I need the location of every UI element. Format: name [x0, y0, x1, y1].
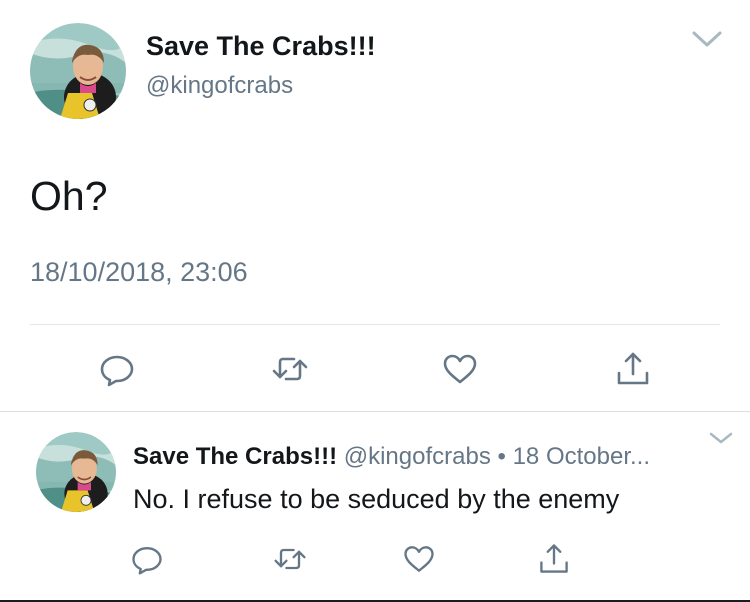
section-divider — [0, 411, 750, 412]
avatar[interactable] — [36, 432, 116, 512]
chevron-down-icon[interactable] — [707, 430, 735, 446]
avatar[interactable] — [30, 23, 126, 119]
retweet-icon[interactable] — [272, 541, 308, 577]
divider — [30, 324, 720, 325]
profile-photo — [30, 23, 126, 119]
reply-icon[interactable] — [129, 541, 165, 577]
meta-separator: • — [497, 443, 506, 470]
main-tweet: Save The Crabs!!! @kingofcrabs Oh? 18/10… — [0, 0, 750, 412]
tweet-thread-view: Save The Crabs!!! @kingofcrabs Oh? 18/10… — [0, 0, 750, 602]
share-icon[interactable] — [613, 349, 653, 389]
user-handle[interactable]: @kingofcrabs — [344, 443, 491, 470]
display-name[interactable]: Save The Crabs!!! — [146, 30, 376, 62]
profile-photo — [36, 432, 116, 512]
tweet-date[interactable]: 18 October... — [513, 443, 650, 470]
tweet-text: No. I refuse to be seduced by the enemy — [133, 484, 620, 514]
like-icon[interactable] — [440, 349, 480, 389]
reply-header: Save The Crabs!!! @kingofcrabs • 18 Octo… — [133, 442, 650, 472]
reply-icon[interactable] — [97, 349, 137, 389]
user-handle[interactable]: @kingofcrabs — [146, 71, 293, 101]
display-name[interactable]: Save The Crabs!!! — [133, 443, 337, 470]
tweet-text: Oh? — [30, 173, 108, 219]
chevron-down-icon[interactable] — [690, 28, 724, 50]
like-icon[interactable] — [401, 541, 437, 577]
share-icon[interactable] — [536, 541, 572, 577]
tweet-timestamp[interactable]: 18/10/2018, 23:06 — [30, 255, 248, 289]
retweet-icon[interactable] — [270, 349, 310, 389]
